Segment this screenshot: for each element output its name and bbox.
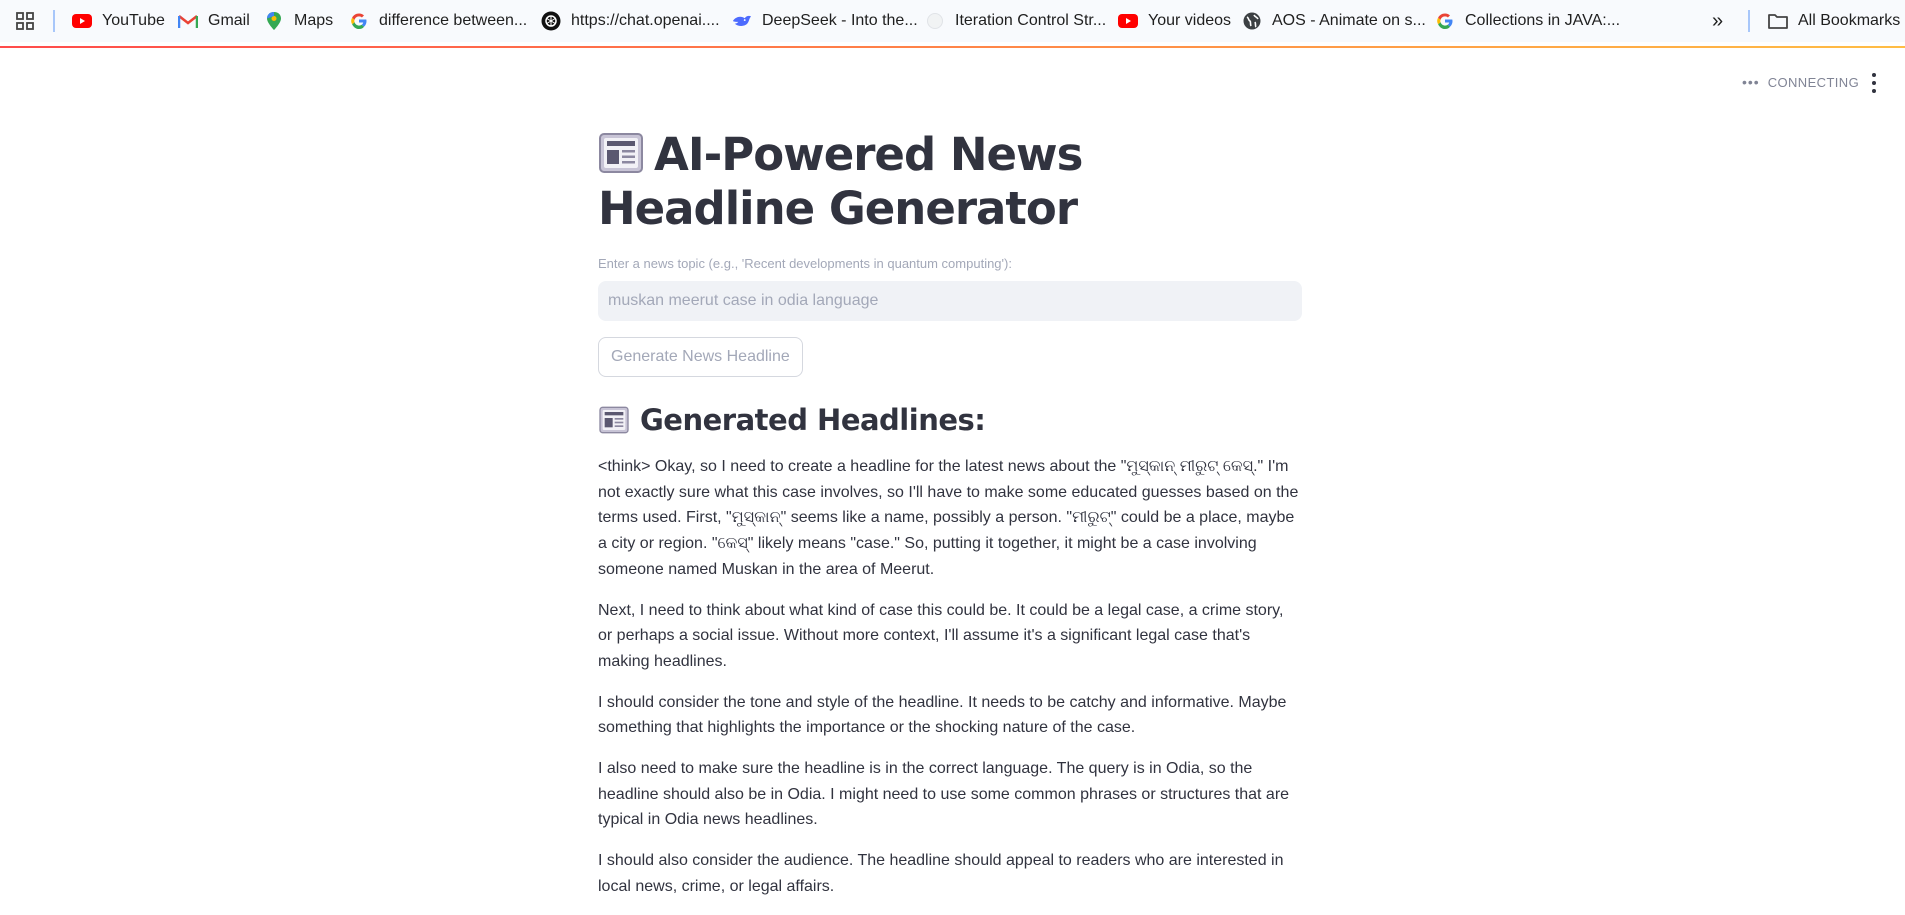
bookmark-iteration-control[interactable]: Iteration Control Str... [925,10,1106,32]
bookmark-label: Gmail [208,12,250,29]
output-paragraph: I also need to make sure the headline is… [598,760,1290,829]
bookmark-label: Iteration Control Str... [955,12,1107,29]
bookmark-your-videos[interactable]: Your videos [1118,10,1231,32]
app-top-decoration [0,46,1905,48]
results-heading-text: Generated Headlines: [640,403,986,437]
chevron-double-right-icon: » [1712,9,1724,32]
bookmark-label: https://chat.openai.... [571,12,720,29]
main-menu-button[interactable] [1868,73,1880,93]
bookmark-label: AOS - Animate on s... [1272,12,1426,29]
bookmark-collections-java[interactable]: Collections in JAVA:... [1435,10,1620,32]
connection-status: ••• CONNECTING [1742,74,1859,90]
all-bookmarks-label: All Bookmarks [1798,12,1901,29]
bookmark-maps[interactable]: Maps [264,10,333,32]
output-paragraph: I should also consider the audience. The… [598,852,1284,895]
youtube-icon [72,11,92,31]
output-paragraph: I should consider the tone and style of … [598,693,1287,737]
bookmark-label: Collections in JAVA:... [1465,12,1621,29]
bookmarks-bar: YouTube Gmail Maps difference between...… [0,0,1905,42]
generate-headline-button[interactable]: Generate News Headline [598,337,803,377]
bookmark-label: difference between... [379,12,528,29]
maps-icon [264,11,284,31]
bookmark-label: YouTube [102,12,165,29]
page-title: AI-Powered News Headline Generator [598,128,1302,236]
apps-grid-icon[interactable] [16,10,34,32]
page-icon [925,11,945,31]
deepseek-icon [732,11,752,31]
bookmark-youtube[interactable]: YouTube [72,10,165,32]
bookmarks-separator [1748,10,1750,32]
globe-icon [1242,11,1262,31]
newspaper-icon [599,133,643,173]
page-title-text: AI-Powered News Headline Generator [598,128,1083,235]
bookmark-label: DeepSeek - Into the... [762,12,918,29]
bookmark-label: Maps [294,12,334,29]
ellipsis-icon: ••• [1742,74,1760,90]
bookmarks-overflow-button[interactable]: » [1712,10,1723,32]
topic-input-label: Enter a news topic (e.g., 'Recent develo… [598,256,1012,271]
gmail-icon [178,11,198,31]
bookmark-label: Your videos [1148,12,1232,29]
bookmark-gmail[interactable]: Gmail [178,10,250,32]
bookmark-deepseek[interactable]: DeepSeek - Into the... [732,10,918,32]
openai-icon [541,11,561,31]
all-bookmarks-button[interactable]: All Bookmarks [1768,10,1900,32]
bookmark-difference-between[interactable]: difference between... [349,10,527,32]
results-heading: Generated Headlines: [598,403,986,437]
bookmarks-separator [53,10,55,32]
output-paragraph: <think> Okay, so I need to create a head… [598,458,1299,578]
generated-output: <think> Okay, so I need to create a head… [598,454,1302,915]
bookmark-aos[interactable]: AOS - Animate on s... [1242,10,1426,32]
google-icon [1435,11,1455,31]
bookmark-chat-openai[interactable]: https://chat.openai.... [541,10,720,32]
topic-input[interactable] [598,281,1302,321]
newspaper-icon [599,406,629,434]
folder-icon [1768,11,1788,31]
connection-status-text: CONNECTING [1767,74,1860,90]
youtube-icon [1118,11,1138,31]
output-paragraph: Next, I need to think about what kind of… [598,601,1284,670]
google-icon [349,11,369,31]
